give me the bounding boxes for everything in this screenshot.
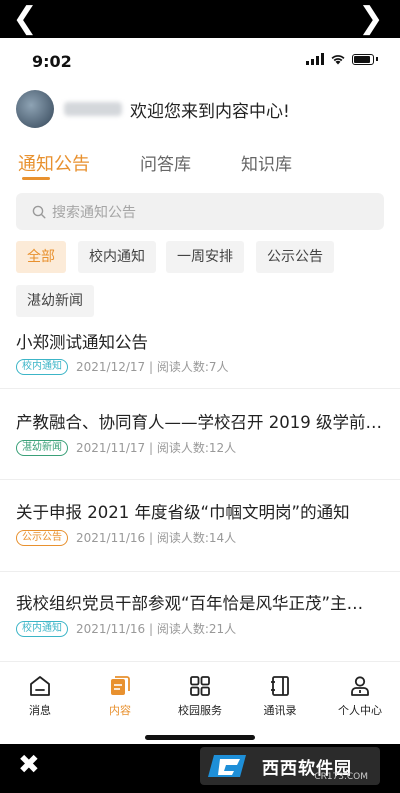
close-icon[interactable]: ✖ [18,750,40,780]
article-tag: 校内通知 [16,620,68,637]
active-tab-indicator [22,177,50,180]
tabbar-label: 通讯录 [263,704,297,717]
site-watermark: 西西软件园 CR173.COM [200,747,380,785]
home-indicator[interactable] [145,735,255,740]
filter-chip-news[interactable]: 湛幼新闻 [16,285,94,317]
tab-qa[interactable]: 问答库 [140,150,191,176]
bottom-tab-bar: 消息 内容 校园服务 通讯录 个人中心 [0,661,400,744]
tabbar-item-messages[interactable]: 消息 [5,674,75,718]
filter-chip-public[interactable]: 公示公告 [256,241,334,273]
article-meta: 湛幼新闻 2021/11/17 | 阅读人数:12人 [16,439,236,456]
signal-icon [306,53,324,65]
article-meta: 校内通知 2021/11/16 | 阅读人数:21人 [16,620,236,637]
search-input[interactable]: 搜索通知公告 [16,193,384,230]
article-info: 2021/12/17 | 阅读人数:7人 [76,360,229,374]
divider [0,479,400,480]
chevron-right-icon[interactable]: ❯ [356,4,386,34]
tabbar-label: 消息 [29,704,51,717]
article-info: 2021/11/16 | 阅读人数:21人 [76,622,237,636]
avatar[interactable] [16,90,54,128]
tabbar-label: 个人中心 [338,704,382,717]
chevron-left-icon[interactable]: ❮ [10,4,40,34]
article-info: 2021/11/16 | 阅读人数:14人 [76,531,237,545]
tabbar-item-content[interactable]: 内容 [85,674,155,718]
battery-icon [352,53,374,65]
content-icon [111,676,130,695]
article-meta: 校内通知 2021/12/17 | 阅读人数:7人 [16,358,229,375]
watermark-logo-icon [208,755,246,777]
article-title: 我校组织党员干部参观“百年恰是风华正茂”主… [16,594,364,613]
article-title: 产教融合、协同育人——学校召开 2019 级学前… [16,413,382,432]
viewer-bottom-bar: ✖ 西西软件园 CR173.COM [0,744,400,793]
article-info: 2021/11/17 | 阅读人数:12人 [76,441,237,455]
article-tag: 校内通知 [16,358,68,375]
profile-header: 欢迎您来到内容中心! [16,90,290,128]
tabbar-label: 内容 [109,704,131,717]
viewer-top-bar: ❮ ❯ [0,0,400,38]
tabbar-item-campus-services[interactable]: 校园服务 [165,674,235,718]
status-time: 9:02 [32,52,72,71]
filter-chip-campus[interactable]: 校内通知 [78,241,156,273]
welcome-text: 欢迎您来到内容中心! [130,101,290,122]
phone-screen: 9:02 欢迎您来到内容中心! 通知公告 问答库 知识库 搜索通知公告 全部 校… [0,38,400,744]
message-icon [30,676,50,696]
divider [0,571,400,572]
tabbar-label: 校园服务 [178,704,222,717]
blurred-username [64,102,122,116]
contacts-icon [271,676,289,696]
battery-tip [376,57,378,61]
filter-chip-weekly[interactable]: 一周安排 [166,241,244,273]
status-icons [306,53,378,65]
filter-chip-all[interactable]: 全部 [16,241,66,273]
article-tag: 公示公告 [16,529,68,546]
wifi-icon [331,55,345,65]
article-title: 关于申报 2021 年度省级“巾帼文明岗”的通知 [16,503,350,522]
tab-knowledge[interactable]: 知识库 [241,150,292,176]
content-tabs: 通知公告 问答库 知识库 [18,150,342,176]
watermark-subtext: CR173.COM [314,772,368,782]
divider [0,388,400,389]
article-tag: 湛幼新闻 [16,439,68,456]
user-icon [351,676,369,696]
tabbar-item-contacts[interactable]: 通讯录 [245,674,315,718]
search-placeholder: 搜索通知公告 [52,204,136,221]
tabbar-item-profile[interactable]: 个人中心 [325,674,395,718]
article-title: 小郑测试通知公告 [16,333,148,352]
status-bar: 9:02 [0,38,400,82]
tab-notices[interactable]: 通知公告 [18,150,90,176]
search-icon [32,205,46,219]
article-meta: 公示公告 2021/11/16 | 阅读人数:14人 [16,529,236,546]
grid-icon [190,676,210,696]
